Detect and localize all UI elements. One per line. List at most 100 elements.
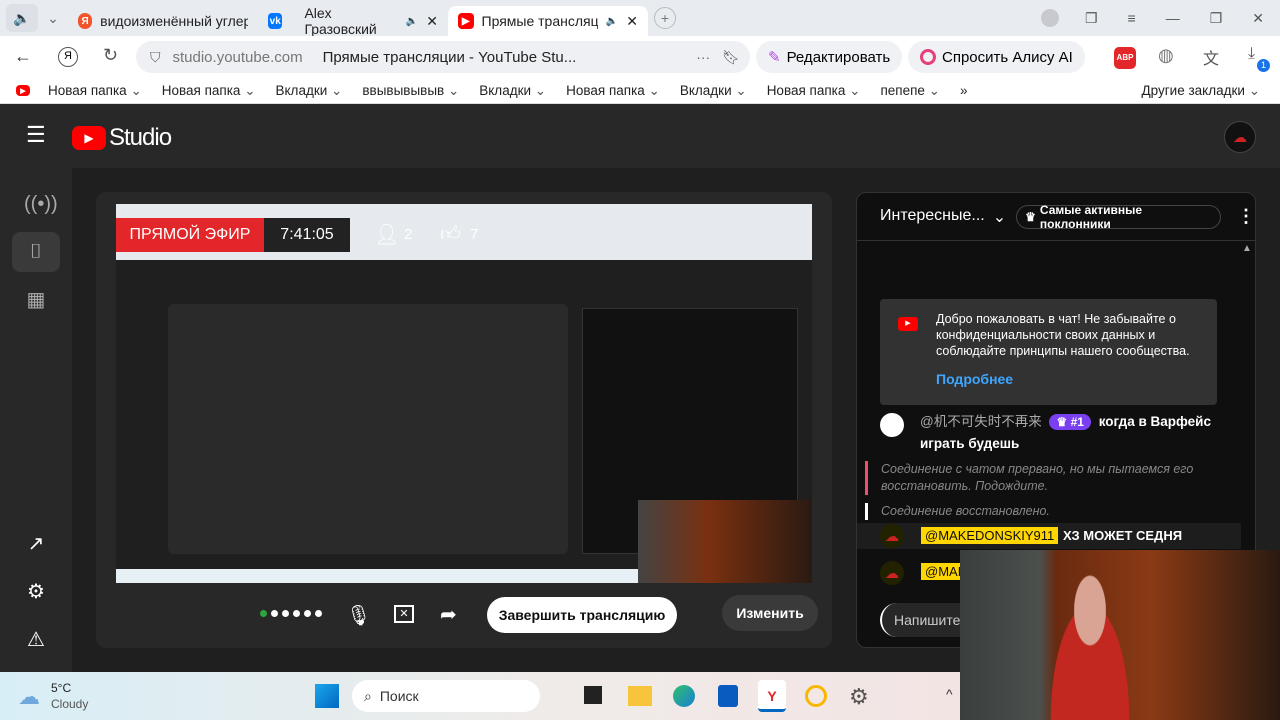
close-window-button[interactable]: ✕ (1252, 10, 1264, 27)
reload-icon[interactable]: ↻ (103, 45, 118, 66)
more-bookmarks-button[interactable]: » (960, 83, 968, 98)
adblock-icon[interactable]: ABP (1114, 47, 1136, 69)
hamburger-menu-icon[interactable]: ☰ (26, 122, 46, 148)
avatar: ☁ (880, 561, 904, 585)
edit-stream-button[interactable]: Изменить (722, 595, 818, 631)
calendar-icon[interactable]: ▦ (24, 288, 48, 312)
bookmark-folder[interactable]: Новая папка (767, 83, 861, 99)
bookmark-folder[interactable]: пепепе (880, 83, 940, 99)
bookmark-folder[interactable]: Новая папка (566, 83, 660, 99)
stream-health-indicator[interactable] (260, 610, 322, 617)
settings-icon[interactable]: ⚙ (849, 684, 869, 710)
tray-chevron-icon[interactable]: ^ (946, 686, 953, 702)
more-dots-icon[interactable]: ··· (696, 49, 710, 65)
chat-header: Интересные... ⌄ ♛ Самые активные поклонник… (857, 193, 1255, 241)
youtube-bookmark-icon[interactable]: ▶ (16, 85, 30, 96)
tab-vk[interactable]: vk Alex Гразовский 🔈 ✕ (258, 5, 448, 37)
task-view-icon[interactable] (584, 686, 602, 704)
alice-icon (920, 49, 936, 65)
share-icon[interactable]: ➦ (440, 602, 457, 627)
system-message-reconnected: Соединение восстановлено. (865, 503, 1205, 520)
viewers-icon: 👤︎ (374, 224, 400, 246)
nested-webcam-capture (638, 500, 812, 583)
more-options-icon[interactable]: ⋮ (1237, 206, 1255, 227)
globe-icon[interactable]: ◍ (1158, 45, 1174, 66)
camera-off-icon[interactable]: ✕ (394, 605, 414, 623)
close-tab-icon[interactable]: ✕ (626, 13, 638, 30)
file-explorer-icon[interactable] (628, 686, 652, 706)
pen-icon: ✎ (768, 49, 781, 66)
store-icon[interactable] (718, 685, 738, 707)
other-bookmarks[interactable]: Другие закладки (1141, 83, 1260, 99)
downloads-badge: 1 (1257, 59, 1270, 72)
minimize-button[interactable]: — (1166, 10, 1180, 26)
webcam-overlay (960, 550, 1280, 720)
studio-header: ☰ ▶ Studio ☁ (0, 104, 1280, 168)
avatar (880, 413, 904, 437)
studio-sidebar: ((•)) ⌷ ▦ ↗ ⚙ ⚠ (0, 168, 72, 672)
open-external-icon[interactable]: ↗ (24, 532, 48, 556)
tab-yandex[interactable]: Явидоизменённый углерод (68, 6, 258, 36)
downloads-icon[interactable]: ⤓ (1248, 45, 1255, 63)
learn-more-link[interactable]: Подробнее (936, 371, 1013, 387)
stream-duration: 7:41:05 (264, 218, 350, 252)
alice-button[interactable]: Спросить Алису AI (908, 41, 1085, 73)
bookmark-icon[interactable]: 🔖︎ (722, 49, 740, 66)
back-icon[interactable]: ← (14, 46, 32, 67)
bookmark-folder[interactable]: ввывывывыв (362, 83, 459, 99)
message-author[interactable]: @机不可失时不再来 (920, 414, 1042, 429)
music-icon[interactable] (805, 685, 827, 707)
camera-icon[interactable]: ⌷ (24, 240, 48, 264)
bookmark-folder[interactable]: Новая папка (162, 83, 256, 99)
collections-icon[interactable]: ❐ (1085, 10, 1098, 27)
profile-icon[interactable] (1040, 9, 1059, 27)
audio-icon: 🔈 (405, 15, 419, 27)
search-icon: ⌕ (364, 687, 372, 704)
tab-youtube-studio[interactable]: ▶Прямые трансляции🔈✕ (448, 6, 648, 36)
start-button[interactable] (315, 684, 339, 708)
account-avatar[interactable]: ☁ (1224, 121, 1256, 153)
scroll-up-arrow[interactable]: ▲ (1242, 243, 1252, 254)
feedback-icon[interactable]: ⚠ (24, 628, 48, 652)
vk-icon: vk (268, 13, 283, 29)
yandex-icon: Я (78, 13, 93, 29)
settings-gear-icon[interactable]: ⚙ (24, 580, 48, 604)
welcome-card: ▶ Добро пожаловать в чат! Не забывайте о… (880, 299, 1217, 405)
end-stream-button[interactable]: Завершить трансляцию (487, 597, 677, 633)
nested-studio-capture (168, 304, 568, 554)
close-tab-icon[interactable]: ✕ (426, 13, 438, 30)
crown-icon: ♛ (1025, 209, 1036, 224)
omnibox[interactable]: ⛉ studio.youtube.com Прямые трансляции -… (136, 41, 750, 73)
bookmark-folder[interactable]: Новая папка (48, 83, 142, 99)
taskbar-search[interactable]: ⌕ Поиск (352, 680, 540, 712)
microphone-icon[interactable]: 🎙︎ (346, 603, 371, 628)
bookmark-folder[interactable]: Вкладки (680, 83, 747, 99)
menu-icon[interactable]: ≡ (1128, 10, 1136, 26)
audio-icon: 🔈 (605, 15, 619, 27)
top-fans-button[interactable]: ♛ Самые активные поклонники (1016, 203, 1221, 231)
bookmark-folder[interactable]: Вкладки (479, 83, 546, 99)
tab-list-chevron-icon[interactable]: ⌄ (38, 10, 68, 27)
tab-audio-button[interactable]: 🔈 (6, 4, 38, 32)
studio-logo[interactable]: ▶ Studio (72, 124, 172, 152)
chat-mode-dropdown[interactable]: Интересные... ⌄ (880, 207, 1006, 227)
live-badge: ПРЯМОЙ ЭФИР (116, 218, 264, 252)
mention-tag[interactable]: @MAKEDONSKIY911 (921, 527, 1059, 544)
yandex-browser-icon[interactable]: Y (758, 680, 786, 712)
youtube-icon: ▶ (458, 13, 474, 29)
bookmark-folder[interactable]: Вкладки (276, 83, 343, 99)
browser-tab-bar: 🔈 ⌄ Явидоизменённый углерод vkAlex Гразо… (0, 0, 1280, 37)
translate-icon[interactable]: 文 (1203, 45, 1219, 69)
yandex-home-icon[interactable]: Я (58, 47, 78, 67)
youtube-logo-icon: ▶ (72, 126, 106, 150)
live-stream-icon[interactable]: ((•)) (24, 192, 58, 216)
edge-icon[interactable] (673, 685, 695, 707)
stream-video-preview[interactable]: ПРЯМОЙ ЭФИР 7:41:05 👤︎ 2 👍︎ 7 (116, 204, 812, 583)
new-tab-button[interactable]: + (654, 7, 676, 29)
like-icon: 👍︎ (440, 223, 461, 245)
streamer-figure (1040, 574, 1140, 720)
edit-button[interactable]: ✎ Редактировать (756, 41, 903, 73)
weather-icon[interactable]: ☁ (18, 684, 40, 710)
restore-button[interactable]: ❐ (1210, 10, 1223, 27)
top-fan-badge: ♛ #1 (1049, 414, 1091, 430)
